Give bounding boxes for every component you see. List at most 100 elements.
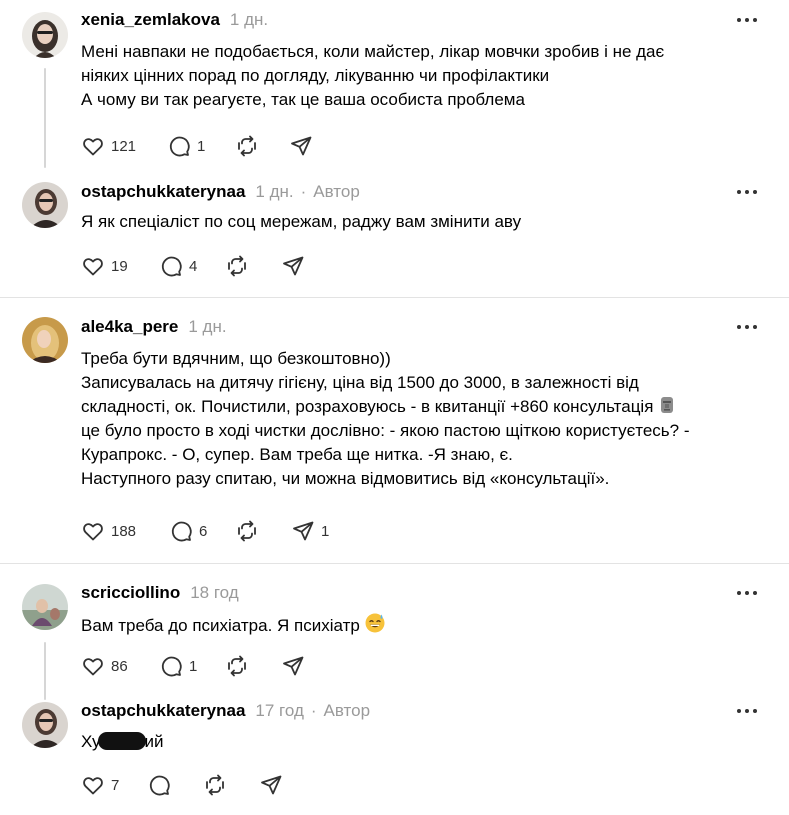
comment-text-line: Мені навпаки не подобається, коли майсте… [81,42,665,61]
censor-bar [98,732,147,750]
reply-button[interactable]: 1 [167,133,235,159]
heart-icon [83,523,103,541]
comment-scricciollino: scricciollino 18 год Вам треба до психіа… [0,564,789,697]
comment-header: scricciollino 18 год [81,582,239,604]
reply-count: 6 [199,522,208,540]
send-paper-plane-icon [293,521,314,541]
more-dots-icon[interactable] [737,16,757,24]
action-bar: 19 4 [81,253,335,279]
repost-arrows-icon [238,520,256,542]
comment-text-segment: складності, ок. Почистили, розраховуюсь … [81,397,654,416]
like-count: 121 [111,137,137,155]
like-count: 188 [111,522,137,540]
reply-button[interactable]: 4 [159,253,225,279]
comment-bubble-icon [169,136,190,157]
comment-bubble-icon [161,656,182,677]
reply-ostapchuk-2: ostapchukkaterynaa 17 год · Автор Ху ий 7 [0,697,789,815]
comment-text: Я як спеціаліст по соц мережам, раджу ва… [81,210,759,234]
reply-count: 1 [197,137,206,155]
share-button[interactable] [289,133,343,159]
reply-ostapchuk: ostapchukkaterynaa 1 дн. · Автор Я як сп… [0,170,789,297]
username[interactable]: ostapchukkaterynaa [81,182,245,202]
like-button[interactable]: 19 [81,253,159,279]
username[interactable]: ostapchukkaterynaa [81,701,245,721]
moai-emoji [661,397,674,413]
repost-button[interactable] [225,653,281,679]
comment-text-segment: Вам треба до психіатра. Я психіатр [81,616,360,635]
avatar[interactable] [22,702,68,748]
repost-button[interactable] [225,253,281,279]
avatar[interactable] [22,12,68,58]
thread-1: xenia_zemlakova 1 дн. Мені навпаки не по… [0,0,789,298]
comment-text-line: Курапрокс. - О, супер. Вам треба ще нитк… [81,445,513,464]
repost-button[interactable] [235,133,289,159]
comment-text: Треба бути вдячним, що безкоштовно)) Зап… [81,347,759,491]
reply-button[interactable]: 1 [159,653,225,679]
comment-text: Мені навпаки не подобається, коли майсте… [81,40,759,112]
comment-text-line: Наступного разу спитаю, чи можна відмови… [81,469,610,488]
repost-arrows-icon [238,135,256,157]
username[interactable]: xenia_zemlakova [81,10,220,30]
timestamp: 1 дн. [229,10,269,29]
reply-button[interactable] [147,772,203,798]
author-badge: Автор [313,182,360,201]
share-count: 1 [321,522,330,540]
send-paper-plane-icon [283,256,304,276]
like-button[interactable]: 7 [81,772,147,798]
timestamp: 18 год [190,583,239,602]
like-count: 19 [111,257,128,275]
timestamp: 1 дн. [255,182,294,201]
reply-count: 4 [189,257,198,275]
comment-header: xenia_zemlakova 1 дн. [81,9,268,31]
repost-arrows-icon [206,774,224,796]
avatar[interactable] [22,182,68,228]
comment-text-segment: ий [144,732,164,751]
more-dots-icon[interactable] [737,188,757,196]
share-button[interactable] [259,772,313,798]
repost-button[interactable] [235,518,291,544]
heart-icon [83,658,103,676]
share-button[interactable] [281,653,335,679]
share-button[interactable] [281,253,335,279]
comment-bubble-icon [171,521,192,542]
comment-text: Ху ий [81,730,759,754]
author-badge: Автор [323,701,371,720]
action-bar: 188 6 1 [81,518,351,544]
comment-xenia: xenia_zemlakova 1 дн. Мені навпаки не по… [0,0,789,170]
comment-text-line: Ху ий [81,730,759,754]
reply-count: 1 [189,657,198,675]
comment-bubble-icon [149,775,170,796]
action-bar: 121 1 [81,133,343,159]
comment-header: ostapchukkaterynaa 17 год · Автор [81,700,370,722]
thread-3: scricciollino 18 год Вам треба до психіа… [0,564,789,815]
smiling-face-with-sweat-emoji [365,613,385,633]
repost-button[interactable] [203,772,259,798]
separator-dot: · [300,182,307,201]
comment-text-line: це було просто в ході чистки дослівно: -… [81,421,690,440]
thread-2: ale4ka_pere 1 дн. Треба бути вдячним, що… [0,298,789,564]
comment-text-line: А чому ви так реагуєте, так це ваша особ… [81,90,525,109]
action-bar: 7 [81,772,313,798]
heart-icon [83,777,103,795]
action-bar: 86 1 [81,653,335,679]
comment-text-line: складності, ок. Почистили, розраховуюсь … [81,395,759,419]
like-button[interactable]: 121 [81,133,167,159]
reply-button[interactable]: 6 [169,518,235,544]
more-dots-icon[interactable] [737,707,757,715]
like-count: 86 [111,657,128,675]
like-button[interactable]: 86 [81,653,159,679]
avatar[interactable] [22,317,68,363]
avatar[interactable] [22,584,68,630]
username[interactable]: scricciollino [81,583,180,603]
comment-text-line: Вам треба до психіатра. Я психіатр [81,612,759,638]
more-dots-icon[interactable] [737,589,757,597]
more-dots-icon[interactable] [737,323,757,331]
comment-text-line: Треба бути вдячним, що безкоштовно)) [81,349,391,368]
like-button[interactable]: 188 [81,518,169,544]
comment-text-line: ніяких цінних порад по догляду, лікуванн… [81,66,550,85]
username[interactable]: ale4ka_pere [81,317,178,337]
separator-dot: · [310,701,317,720]
comment-text: Вам треба до психіатра. Я психіатр [81,612,759,638]
timestamp: 1 дн. [188,317,227,336]
share-button[interactable]: 1 [291,518,351,544]
